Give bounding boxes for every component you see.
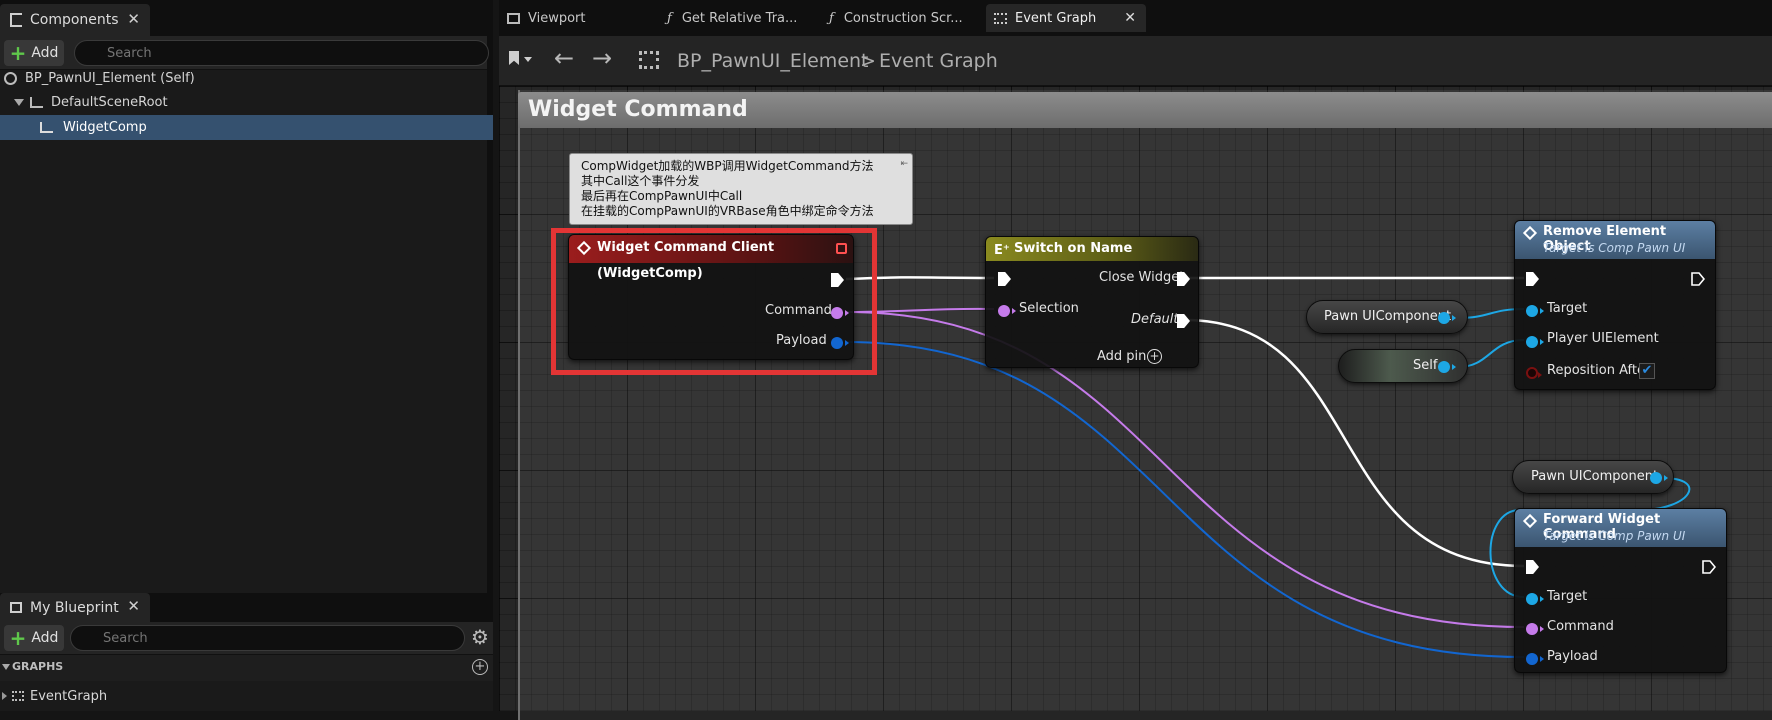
pawn-ui-component-variable[interactable]: Pawn UIComponent [1306,300,1468,334]
variable-out-pin[interactable] [1650,472,1668,484]
command-label: Command [1547,619,1614,634]
default-exec-pin[interactable] [1177,314,1190,328]
payload-in-pin[interactable] [1526,653,1544,665]
variable-out-pin[interactable] [1438,312,1456,324]
variable-label: Pawn UIComponent [1531,469,1659,484]
forward-widget-command-node[interactable]: Forward Widget Command Target is Comp Pa… [1514,508,1727,673]
note-node[interactable]: CompWidget加载的WBP调用WidgetCommand方法 其中Call… [569,153,913,225]
reposition-after-label: Reposition After [1547,363,1651,378]
variable-out-pin[interactable] [1438,361,1456,373]
switch-icon: E⁺ [994,243,1010,258]
close-widget-label: Close Widget [1099,270,1185,285]
command-in-pin[interactable] [1526,623,1544,635]
self-variable[interactable]: Self [1338,349,1468,383]
function-icon [1522,513,1538,529]
add-pin-label[interactable]: Add pin [1097,349,1146,364]
forward-node-subtitle: Target is Comp Pawn UI [1543,529,1686,543]
remove-element-object-node[interactable]: Remove Element Object Target is Comp Paw… [1514,220,1716,390]
exec-out-outline-icon [1702,560,1717,574]
target-pin[interactable] [1526,593,1544,605]
add-pin-icon[interactable]: + [1147,349,1162,364]
reposition-after-pin[interactable] [1526,367,1542,379]
exec-out-outline-icon [1691,272,1706,286]
pawn-ui-component-variable[interactable]: Pawn UIComponent [1512,460,1674,494]
target-label: Target [1547,301,1588,316]
remove-node-header[interactable]: Remove Element Object Target is Comp Paw… [1515,221,1715,259]
selection-label: Selection [1019,301,1079,316]
note-line: CompWidget加载的WBP调用WidgetCommand方法 [581,159,874,173]
exec-out-pin[interactable] [1702,560,1717,574]
exec-in-pin[interactable] [998,272,1011,286]
exec-in-pin[interactable] [1526,560,1539,574]
variable-label: Pawn UIComponent [1324,309,1452,324]
note-line: 最后再在CompPawnUI中Call [581,189,743,203]
reposition-checkbox[interactable]: ✔ [1639,363,1655,379]
default-label: Default [1131,312,1179,327]
target-pin[interactable] [1526,305,1544,317]
close-widget-exec-pin[interactable] [1177,272,1190,286]
target-label: Target [1547,589,1588,604]
payload-wire[interactable] [845,341,1525,658]
payload-label: Payload [1547,649,1598,664]
function-icon [1522,225,1538,241]
switch-node-title: Switch on Name [1014,241,1133,256]
player-ui-element-label: Player UIElement [1547,331,1659,346]
player-ui-element-pin[interactable] [1526,336,1544,348]
switch-on-name-node[interactable]: E⁺ Switch on Name Close Widget Selection… [985,236,1199,368]
switch-node-header[interactable]: E⁺ Switch on Name [986,237,1198,261]
wires-layer [845,276,1691,658]
highlight-box [551,228,877,375]
selection-pin[interactable] [998,305,1016,317]
exec-out-pin[interactable] [1691,272,1706,286]
note-line: 其中Call这个事件分发 [581,174,700,188]
variable-label: Self [1413,358,1438,373]
pin-icon[interactable]: ⇤ [900,157,908,172]
forward-node-header[interactable]: Forward Widget Command Target is Comp Pa… [1515,509,1726,547]
note-line: 在挂载的CompPawnUI的VRBase角色中绑定命令方法 [581,204,874,218]
exec-in-pin[interactable] [1526,272,1539,286]
remove-node-subtitle: Target is Comp Pawn UI [1543,241,1686,255]
